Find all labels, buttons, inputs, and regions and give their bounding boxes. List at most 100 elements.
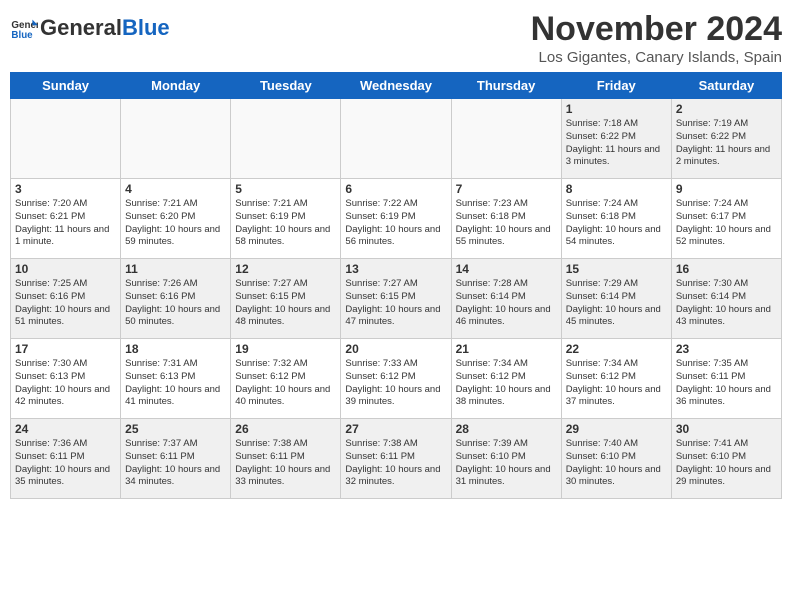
calendar-day-cell [11,99,121,179]
calendar-day-cell: 21 Sunrise: 7:34 AM Sunset: 6:12 PM Dayli… [451,339,561,419]
calendar-table: SundayMondayTuesdayWednesdayThursdayFrid… [10,72,782,499]
day-number: 29 [566,422,667,436]
calendar-week-row: 24 Sunrise: 7:36 AM Sunset: 6:11 PM Dayli… [11,419,782,499]
day-info: Sunrise: 7:27 AM Sunset: 6:15 PM Dayligh… [235,278,336,329]
day-number: 17 [15,342,116,356]
day-number: 24 [15,422,116,436]
day-number: 13 [345,262,446,276]
calendar-day-cell: 20 Sunrise: 7:33 AM Sunset: 6:12 PM Dayli… [341,339,451,419]
calendar-week-row: 3 Sunrise: 7:20 AM Sunset: 6:21 PM Daylig… [11,179,782,259]
day-of-week-header: Sunday [11,73,121,99]
calendar-header-row: SundayMondayTuesdayWednesdayThursdayFrid… [11,73,782,99]
day-number: 22 [566,342,667,356]
day-of-week-header: Saturday [671,73,781,99]
day-number: 30 [676,422,777,436]
day-number: 3 [15,182,116,196]
day-number: 11 [125,262,226,276]
day-number: 20 [345,342,446,356]
calendar-day-cell: 26Sunrise: 7:38 AM Sunset: 6:11 PM Dayli… [231,419,341,499]
day-info: Sunrise: 7:20 AM Sunset: 6:21 PM Dayligh… [15,198,116,249]
calendar-day-cell: 23 Sunrise: 7:35 AM Sunset: 6:11 PM Dayli… [671,339,781,419]
day-of-week-header: Tuesday [231,73,341,99]
day-info: Sunrise: 7:27 AM Sunset: 6:15 PM Dayligh… [345,278,446,329]
calendar-day-cell: 29 Sunrise: 7:40 AM Sunset: 6:10 PM Dayli… [561,419,671,499]
day-number: 14 [456,262,557,276]
day-info: Sunrise: 7:19 AM Sunset: 6:22 PM Dayligh… [676,118,777,169]
day-number: 18 [125,342,226,356]
calendar-day-cell: 7Sunrise: 7:23 AM Sunset: 6:18 PM Daylig… [451,179,561,259]
day-number: 16 [676,262,777,276]
day-info: Sunrise: 7:31 AM Sunset: 6:13 PM Dayligh… [125,358,226,409]
calendar-day-cell: 3 Sunrise: 7:20 AM Sunset: 6:21 PM Daylig… [11,179,121,259]
calendar-day-cell: 28 Sunrise: 7:39 AM Sunset: 6:10 PM Dayli… [451,419,561,499]
day-number: 6 [345,182,446,196]
calendar-day-cell [341,99,451,179]
day-number: 19 [235,342,336,356]
calendar-day-cell: 2 Sunrise: 7:19 AM Sunset: 6:22 PM Daylig… [671,99,781,179]
day-info: Sunrise: 7:34 AM Sunset: 6:12 PM Dayligh… [456,358,557,409]
day-number: 1 [566,102,667,116]
calendar-day-cell: 17 Sunrise: 7:30 AM Sunset: 6:13 PM Dayli… [11,339,121,419]
calendar-header: SundayMondayTuesdayWednesdayThursdayFrid… [11,73,782,99]
calendar-day-cell: 24 Sunrise: 7:36 AM Sunset: 6:11 PM Dayli… [11,419,121,499]
calendar-day-cell [121,99,231,179]
day-number: 21 [456,342,557,356]
calendar-day-cell: 6 Sunrise: 7:22 AM Sunset: 6:19 PM Daylig… [341,179,451,259]
day-info: Sunrise: 7:30 AM Sunset: 6:14 PM Dayligh… [676,278,777,329]
day-number: 23 [676,342,777,356]
logo-general: GeneralBlue [40,16,170,40]
day-info: Sunrise: 7:23 AM Sunset: 6:18 PM Dayligh… [456,198,557,249]
calendar-body: 1Sunrise: 7:18 AM Sunset: 6:22 PM Daylig… [11,99,782,499]
calendar-day-cell: 10 Sunrise: 7:25 AM Sunset: 6:16 PM Dayli… [11,259,121,339]
day-number: 15 [566,262,667,276]
day-info: Sunrise: 7:33 AM Sunset: 6:12 PM Dayligh… [345,358,446,409]
day-info: Sunrise: 7:34 AM Sunset: 6:12 PM Dayligh… [566,358,667,409]
day-number: 4 [125,182,226,196]
logo: General Blue GeneralBlue [10,14,170,42]
day-info: Sunrise: 7:21 AM Sunset: 6:20 PM Dayligh… [125,198,226,249]
logo-icon: General Blue [10,14,38,42]
day-number: 27 [345,422,446,436]
calendar-day-cell [231,99,341,179]
day-of-week-header: Monday [121,73,231,99]
calendar-day-cell: 14 Sunrise: 7:28 AM Sunset: 6:14 PM Dayli… [451,259,561,339]
calendar-day-cell: 9 Sunrise: 7:24 AM Sunset: 6:17 PM Daylig… [671,179,781,259]
calendar-day-cell: 13 Sunrise: 7:27 AM Sunset: 6:15 PM Dayli… [341,259,451,339]
day-info: Sunrise: 7:24 AM Sunset: 6:17 PM Dayligh… [676,198,777,249]
day-of-week-header: Wednesday [341,73,451,99]
calendar-day-cell: 12Sunrise: 7:27 AM Sunset: 6:15 PM Dayli… [231,259,341,339]
svg-text:Blue: Blue [11,30,33,41]
day-number: 25 [125,422,226,436]
title-block: November 2024 Los Gigantes, Canary Islan… [531,10,782,66]
calendar-day-cell: 18 Sunrise: 7:31 AM Sunset: 6:13 PM Dayli… [121,339,231,419]
day-number: 9 [676,182,777,196]
day-info: Sunrise: 7:22 AM Sunset: 6:19 PM Dayligh… [345,198,446,249]
day-info: Sunrise: 7:30 AM Sunset: 6:13 PM Dayligh… [15,358,116,409]
calendar-day-cell: 5Sunrise: 7:21 AM Sunset: 6:19 PM Daylig… [231,179,341,259]
day-info: Sunrise: 7:28 AM Sunset: 6:14 PM Dayligh… [456,278,557,329]
calendar-day-cell: 8 Sunrise: 7:24 AM Sunset: 6:18 PM Daylig… [561,179,671,259]
day-info: Sunrise: 7:41 AM Sunset: 6:10 PM Dayligh… [676,438,777,489]
calendar-day-cell: 1Sunrise: 7:18 AM Sunset: 6:22 PM Daylig… [561,99,671,179]
calendar-day-cell: 16 Sunrise: 7:30 AM Sunset: 6:14 PM Dayli… [671,259,781,339]
day-info: Sunrise: 7:37 AM Sunset: 6:11 PM Dayligh… [125,438,226,489]
day-number: 8 [566,182,667,196]
day-info: Sunrise: 7:29 AM Sunset: 6:14 PM Dayligh… [566,278,667,329]
day-info: Sunrise: 7:25 AM Sunset: 6:16 PM Dayligh… [15,278,116,329]
day-number: 26 [235,422,336,436]
calendar-day-cell [451,99,561,179]
calendar-week-row: 10 Sunrise: 7:25 AM Sunset: 6:16 PM Dayli… [11,259,782,339]
day-info: Sunrise: 7:39 AM Sunset: 6:10 PM Dayligh… [456,438,557,489]
day-number: 28 [456,422,557,436]
day-info: Sunrise: 7:40 AM Sunset: 6:10 PM Dayligh… [566,438,667,489]
calendar-day-cell: 19Sunrise: 7:32 AM Sunset: 6:12 PM Dayli… [231,339,341,419]
calendar-day-cell: 30 Sunrise: 7:41 AM Sunset: 6:10 PM Dayli… [671,419,781,499]
header: General Blue GeneralBlue November 2024 L… [10,10,782,66]
day-info: Sunrise: 7:35 AM Sunset: 6:11 PM Dayligh… [676,358,777,409]
day-info: Sunrise: 7:36 AM Sunset: 6:11 PM Dayligh… [15,438,116,489]
day-info: Sunrise: 7:24 AM Sunset: 6:18 PM Dayligh… [566,198,667,249]
day-number: 2 [676,102,777,116]
month-title: November 2024 [531,10,782,49]
calendar-week-row: 17 Sunrise: 7:30 AM Sunset: 6:13 PM Dayli… [11,339,782,419]
day-number: 10 [15,262,116,276]
